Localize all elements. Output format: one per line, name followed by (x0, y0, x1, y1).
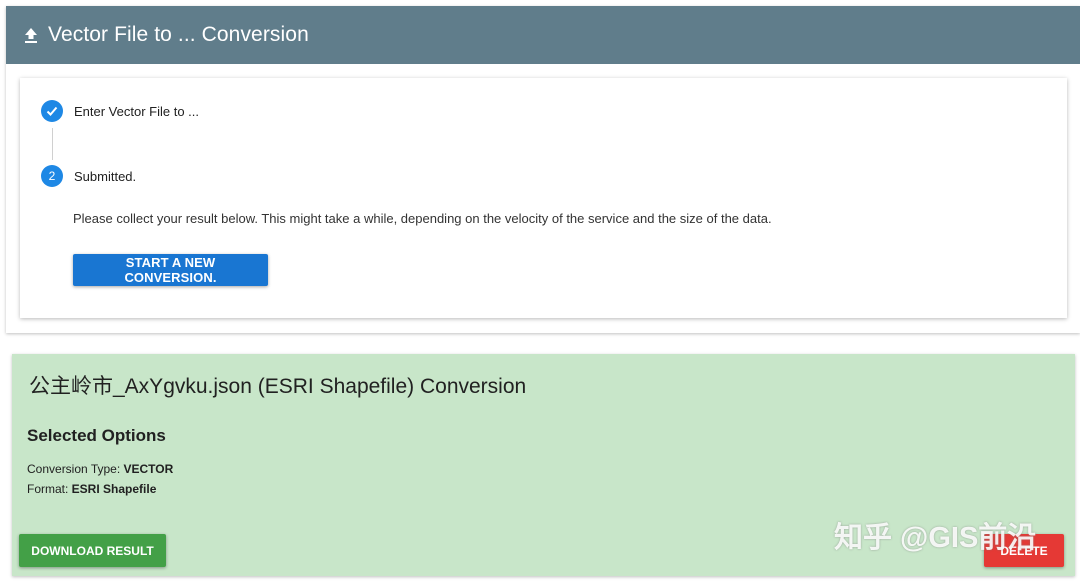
format-label: Format: (27, 482, 72, 496)
page-title: Vector File to ... Conversion (48, 23, 309, 46)
step-1-label[interactable]: Enter Vector File to ... (74, 104, 199, 119)
step-1-indicator (41, 100, 63, 122)
conversion-type-option: Conversion Type: VECTOR (27, 462, 173, 476)
step-description: Please collect your result below. This m… (73, 211, 772, 226)
result-title: 公主岭市_AxYgvku.json (ESRI Shapefile) Conve… (29, 375, 527, 398)
format-value: ESRI Shapefile (71, 482, 157, 496)
step-connector (52, 128, 53, 160)
download-result-button[interactable]: DOWNLOAD RESULT (19, 534, 166, 567)
conversion-type-value: VECTOR (123, 462, 174, 476)
format-option: Format: ESRI Shapefile (27, 482, 156, 496)
conversion-panel: Vector File to ... Conversion Enter Vect… (6, 6, 1080, 333)
check-icon (45, 104, 59, 118)
options-heading: Selected Options (27, 426, 166, 445)
page: Vector File to ... Conversion Enter Vect… (0, 0, 1080, 581)
step-2-number: 2 (48, 169, 56, 183)
start-new-conversion-button[interactable]: START A NEW CONVERSION. (73, 254, 268, 286)
step-2-label: Submitted. (74, 169, 137, 184)
stepper: Enter Vector File to ... 2 Submitted. Pl… (20, 78, 1067, 318)
header-bar: Vector File to ... Conversion (6, 6, 1080, 64)
conversion-type-label: Conversion Type: (27, 462, 124, 476)
upload-icon (24, 26, 38, 44)
step-2-indicator: 2 (41, 165, 63, 187)
watermark: 知乎 @GIS前沿 (834, 522, 1037, 554)
